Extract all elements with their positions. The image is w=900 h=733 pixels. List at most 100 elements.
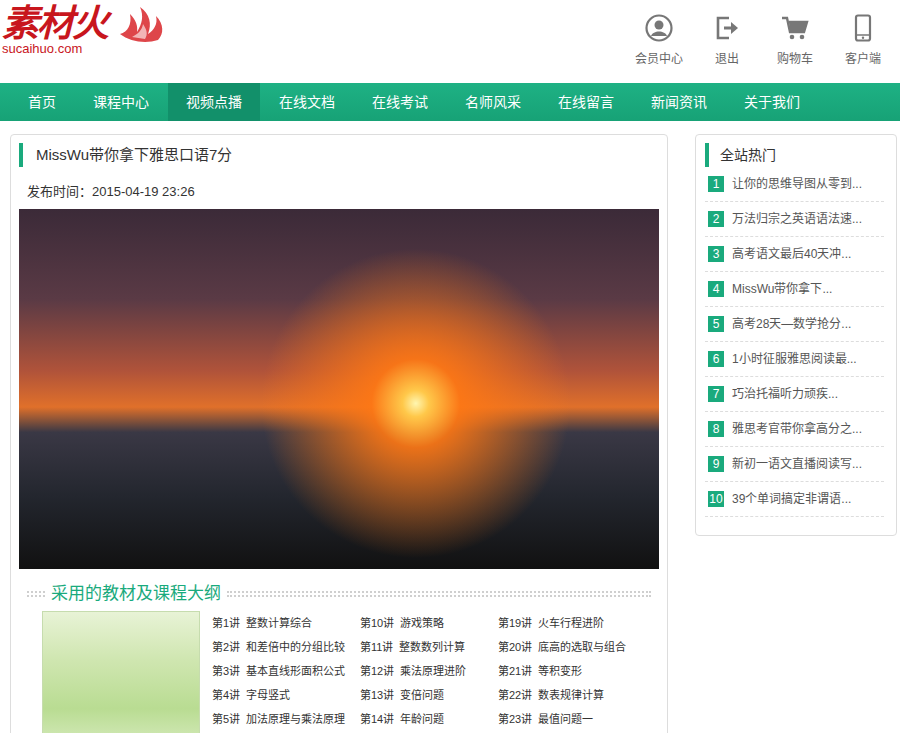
rank-badge: 4: [708, 281, 724, 297]
lecture-item[interactable]: 第23讲最值问题一: [498, 707, 626, 731]
lecture-item[interactable]: 第21讲等积变形: [498, 659, 626, 683]
rank-badge: 6: [708, 351, 724, 367]
hot-item[interactable]: 8 雅思考官带你拿高分之...: [705, 412, 884, 447]
header-links: 会员中心退出购物车客户端: [630, 0, 900, 66]
hot-item[interactable]: 2万法归宗之英语语法速...: [705, 202, 884, 237]
rank-badge: 3: [708, 246, 724, 262]
lecture-item[interactable]: 第14讲年龄问题: [360, 707, 498, 731]
exit-icon: [713, 14, 741, 42]
hot-item-title: 新初一语文直播阅读写...: [732, 455, 862, 473]
lecture-item[interactable]: 第20讲底高的选取与组合: [498, 635, 626, 659]
lecture-item[interactable]: 第4讲字母竖式: [212, 683, 360, 707]
lecture-title: 游戏策略: [400, 617, 444, 629]
lecture-title: 底高的选取与组合: [538, 641, 626, 653]
header-link[interactable]: 退出: [698, 14, 756, 66]
hot-item[interactable]: 9 新初一语文直播阅读写...: [705, 447, 884, 482]
lecture-title: 和差倍中的分组比较: [246, 641, 345, 653]
nav-item[interactable]: 新闻资讯: [633, 83, 725, 121]
nav-item[interactable]: 名师风采: [447, 83, 539, 121]
header-link[interactable]: 购物车: [766, 14, 824, 66]
lecture-item[interactable]: 第19讲火车行程进阶: [498, 611, 626, 635]
site-header: 素材火sucaihuo.com 会员中心退出购物车客户端: [0, 0, 900, 83]
hot-item-title: 高考28天—数学抢分...: [732, 315, 851, 333]
nav-item[interactable]: 在线文档: [261, 83, 353, 121]
lecture-number: 第22讲: [498, 689, 532, 701]
lecture-title: 数表规律计算: [538, 689, 604, 701]
header-link-label: 购物车: [766, 52, 824, 66]
phone-icon: [849, 14, 877, 42]
lecture-column: 第19讲火车行程进阶第20讲底高的选取与组合第21讲等积变形第22讲数表规律计算…: [498, 611, 626, 733]
lecture-title: 字母竖式: [246, 689, 290, 701]
rank-badge: 8: [708, 421, 724, 437]
hot-item-title: 巧治托福听力顽疾...: [732, 385, 838, 403]
lecture-title: 等积变形: [538, 665, 582, 677]
rank-badge: 9: [708, 456, 724, 472]
hot-item[interactable]: 7 巧治托福听力顽疾...: [705, 377, 884, 412]
lecture-number: 第19讲: [498, 617, 532, 629]
hot-item-title: 万法归宗之英语语法速...: [732, 210, 862, 228]
rank-badge: 5: [708, 316, 724, 332]
nav-item[interactable]: 首页: [10, 83, 74, 121]
lecture-title: 火车行程进阶: [538, 617, 604, 629]
header-link[interactable]: 会员中心: [630, 14, 688, 66]
nav-item[interactable]: 课程中心: [75, 83, 167, 121]
lecture-number: 第13讲: [360, 689, 394, 701]
lecture-item[interactable]: 第11讲整数数列计算: [360, 635, 498, 659]
hot-item[interactable]: 61小时征服雅思阅读最...: [705, 342, 884, 377]
article-title: MissWu带你拿下雅思口语7分: [19, 143, 659, 167]
lecture-column: 第1讲整数计算综合第2讲和差倍中的分组比较第3讲基本直线形面积公式第4讲字母竖式…: [212, 611, 360, 733]
lecture-item[interactable]: 第2讲和差倍中的分组比较: [212, 635, 360, 659]
video-player[interactable]: [19, 209, 659, 569]
lecture-title: 整数数列计算: [399, 641, 465, 653]
lecture-number: 第4讲: [212, 689, 240, 701]
site-logo[interactable]: 素材火sucaihuo.com: [0, 0, 172, 56]
lecture-item[interactable]: 第5讲加法原理与乘法原理: [212, 707, 360, 731]
lecture-number: 第12讲: [360, 665, 394, 677]
hot-item[interactable]: 4 MissWu带你拿下...: [705, 272, 884, 307]
syllabus-header: 采用的教材及课程大纲: [19, 583, 659, 605]
nav-item[interactable]: 视频点播: [168, 83, 260, 121]
lecture-title: 加法原理与乘法原理: [246, 713, 345, 725]
main-nav: 首页课程中心视频点播在线文档在线考试名师风采在线留言新闻资讯关于我们: [0, 83, 900, 121]
hot-item[interactable]: 1让你的思维导图从零到...: [705, 167, 884, 202]
hot-panel: 全站热门1让你的思维导图从零到...2万法归宗之英语语法速...3高考语文最后4…: [695, 134, 897, 536]
lecture-item[interactable]: 第10讲游戏策略: [360, 611, 498, 635]
syllabus-heading: 采用的教材及课程大纲: [51, 583, 221, 605]
hot-item[interactable]: 3高考语文最后40天冲...: [705, 237, 884, 272]
hot-title: 全站热门: [705, 143, 884, 167]
lecture-item[interactable]: 第3讲基本直线形面积公式: [212, 659, 360, 683]
lecture-column: 第10讲游戏策略第11讲整数数列计算第12讲乘法原理进阶第13讲变倍问题第14讲…: [360, 611, 498, 733]
nav-item[interactable]: 在线考试: [354, 83, 446, 121]
hot-item-title: 雅思考官带你拿高分之...: [732, 420, 862, 438]
user-icon: [645, 14, 673, 42]
hot-item-title: MissWu带你拿下...: [732, 280, 832, 298]
lecture-item[interactable]: 第22讲数表规律计算: [498, 683, 626, 707]
lecture-number: 第14讲: [360, 713, 394, 725]
divider: [27, 591, 45, 597]
divider: [227, 591, 651, 597]
lecture-number: 第2讲: [212, 641, 240, 653]
lecture-title: 整数计算综合: [246, 617, 312, 629]
lecture-number: 第1讲: [212, 617, 240, 629]
lecture-number: 第10讲: [360, 617, 394, 629]
header-link[interactable]: 客户端: [834, 14, 892, 66]
publish-date: 发布时间：2015-04-19 23:26: [27, 183, 659, 201]
page: 素材火sucaihuo.com 会员中心退出购物车客户端首页课程中心视频点播在线文…: [0, 0, 900, 733]
lecture-title: 乘法原理进阶: [400, 665, 466, 677]
lecture-number: 第21讲: [498, 665, 532, 677]
hot-item[interactable]: 5 高考28天—数学抢分...: [705, 307, 884, 342]
nav-item[interactable]: 关于我们: [726, 83, 818, 121]
nav-item[interactable]: 在线留言: [540, 83, 632, 121]
cart-icon: [781, 14, 809, 42]
lecture-item[interactable]: 第12讲乘法原理进阶: [360, 659, 498, 683]
syllabus-body: 第1讲整数计算综合第2讲和差倍中的分组比较第3讲基本直线形面积公式第4讲字母竖式…: [19, 611, 659, 733]
logo-domain: sucaihuo.com: [2, 42, 172, 56]
main-area: MissWu带你拿下雅思口语7分发布时间：2015-04-19 23:26 采用的…: [0, 121, 900, 733]
lecture-item[interactable]: 第1讲整数计算综合: [212, 611, 360, 635]
rank-badge: 10: [708, 491, 724, 507]
header-link-label: 会员中心: [630, 52, 688, 66]
hot-item[interactable]: 1039个单词搞定非谓语...: [705, 482, 884, 517]
article-panel: MissWu带你拿下雅思口语7分发布时间：2015-04-19 23:26 采用的…: [10, 134, 668, 733]
rank-badge: 7: [708, 386, 724, 402]
lecture-item[interactable]: 第13讲变倍问题: [360, 683, 498, 707]
